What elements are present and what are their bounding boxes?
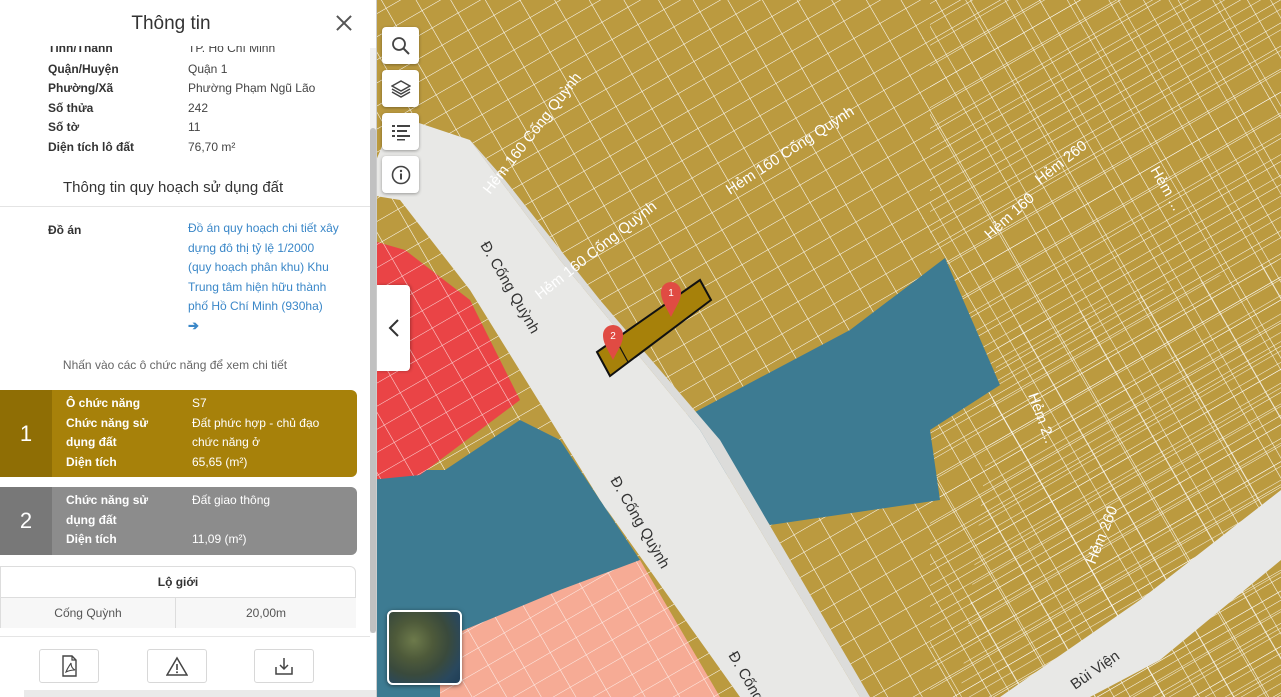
- function-value: 11,09 (m²): [192, 532, 247, 546]
- svg-text:2: 2: [610, 331, 616, 342]
- road-width-road-name: Cống Quỳnh: [1, 598, 176, 628]
- function-key: Diện tích: [66, 532, 117, 546]
- function-key: dụng đất: [66, 435, 117, 449]
- project-link-line: Trung tâm hiện hữu thành: [188, 279, 327, 294]
- function-key: dụng đất: [66, 513, 117, 527]
- layers-icon: [390, 79, 411, 98]
- info-panel: Tỉnh/Thành TP. Hồ Chí Minh Quận/Huyện Qu…: [0, 0, 377, 697]
- info-icon: [391, 165, 410, 184]
- info-label: Phường/Xã: [48, 81, 114, 95]
- project-link-line: (quy hoạch phân khu) Khu: [188, 260, 329, 275]
- function-value: 65,65 (m²): [192, 455, 248, 469]
- report-issue-button[interactable]: [147, 649, 207, 683]
- function-value: S7: [192, 396, 207, 410]
- panel-title: Thông tin: [131, 13, 211, 34]
- road-width-value: 20,00m: [176, 598, 356, 628]
- warning-icon: [166, 656, 188, 676]
- map-info-button[interactable]: [382, 156, 419, 193]
- download-button[interactable]: [254, 649, 314, 683]
- map-layers-button[interactable]: [382, 70, 419, 107]
- function-card-2[interactable]: 2 Chức năng sử Đất giao thông dụng đất D…: [0, 487, 357, 555]
- function-value: Đất giao thông: [192, 493, 271, 507]
- project-arrow-icon[interactable]: ➔: [188, 318, 199, 334]
- chevron-left-icon: [388, 319, 399, 337]
- info-value: 11: [188, 120, 201, 134]
- road-width-table: Lộ giới Cống Quỳnh 20,00m: [0, 566, 356, 628]
- collapse-panel-button[interactable]: [377, 285, 410, 371]
- function-key: Ô chức năng: [66, 396, 141, 410]
- satellite-minimap-toggle[interactable]: [387, 610, 462, 685]
- scrollbar-thumb[interactable]: [370, 128, 376, 633]
- function-value: Đất phức hợp - chủ đạo: [192, 416, 320, 430]
- function-key: Diện tích: [66, 455, 117, 469]
- project-label: Đồ án: [48, 223, 82, 237]
- info-label: Diện tích lô đất: [48, 140, 135, 154]
- panel-header: Thông tin: [0, 0, 376, 46]
- project-link[interactable]: Đồ án quy hoạch chi tiết xây dựng đô thị…: [188, 219, 348, 317]
- search-icon: [391, 36, 410, 55]
- info-value: Phường Phạm Ngũ Lão: [188, 81, 316, 95]
- planning-section-title: Thông tin quy hoạch sử dụng đất: [63, 179, 284, 196]
- map-search-button[interactable]: [382, 27, 419, 64]
- road-width-title: Lộ giới: [1, 567, 355, 598]
- function-key: Chức năng sử: [66, 416, 149, 430]
- pdf-icon: [62, 655, 77, 677]
- hint-text: Nhấn vào các ô chức năng để xem chi tiết: [62, 358, 288, 372]
- info-label: Quận/Huyện: [48, 62, 119, 76]
- function-value: chức năng ở: [192, 435, 260, 449]
- info-label: Số thửa: [48, 101, 94, 115]
- function-key: Chức năng sử: [66, 493, 149, 507]
- legend-list-icon: [391, 124, 410, 140]
- function-card-number: 2: [0, 487, 52, 555]
- function-card-1[interactable]: 1 Ô chức năng S7 Chức năng sử Đất phức h…: [0, 390, 357, 477]
- svg-text:1: 1: [668, 288, 674, 299]
- info-value: 242: [188, 101, 209, 115]
- export-pdf-button[interactable]: [39, 649, 99, 683]
- panel-footer: [0, 636, 370, 697]
- map-legend-button[interactable]: [382, 113, 419, 150]
- project-link-line: Đồ án quy hoạch chi tiết xây: [188, 221, 339, 235]
- function-card-body: Chức năng sử Đất giao thông dụng đất Diệ…: [52, 487, 357, 555]
- project-link-line: phố Hồ Chí Minh (930ha): [188, 299, 323, 314]
- panel-scrollbar[interactable]: [370, 48, 376, 633]
- function-card-body: Ô chức năng S7 Chức năng sử Đất phức hợp…: [52, 390, 357, 477]
- download-icon: [275, 658, 293, 675]
- function-card-number: 1: [0, 390, 52, 477]
- info-label: Số tờ: [48, 120, 80, 134]
- divider: [0, 206, 370, 207]
- info-value: 76,70 m²: [188, 140, 236, 154]
- bottom-scroll-bar[interactable]: [24, 690, 376, 697]
- project-link-line: dựng đô thị tỷ lệ 1/2000: [188, 240, 315, 255]
- panel-scroll-area[interactable]: Tỉnh/Thành TP. Hồ Chí Minh Quận/Huyện Qu…: [0, 36, 370, 636]
- close-panel-button[interactable]: [335, 14, 353, 32]
- info-value: Quận 1: [188, 62, 228, 76]
